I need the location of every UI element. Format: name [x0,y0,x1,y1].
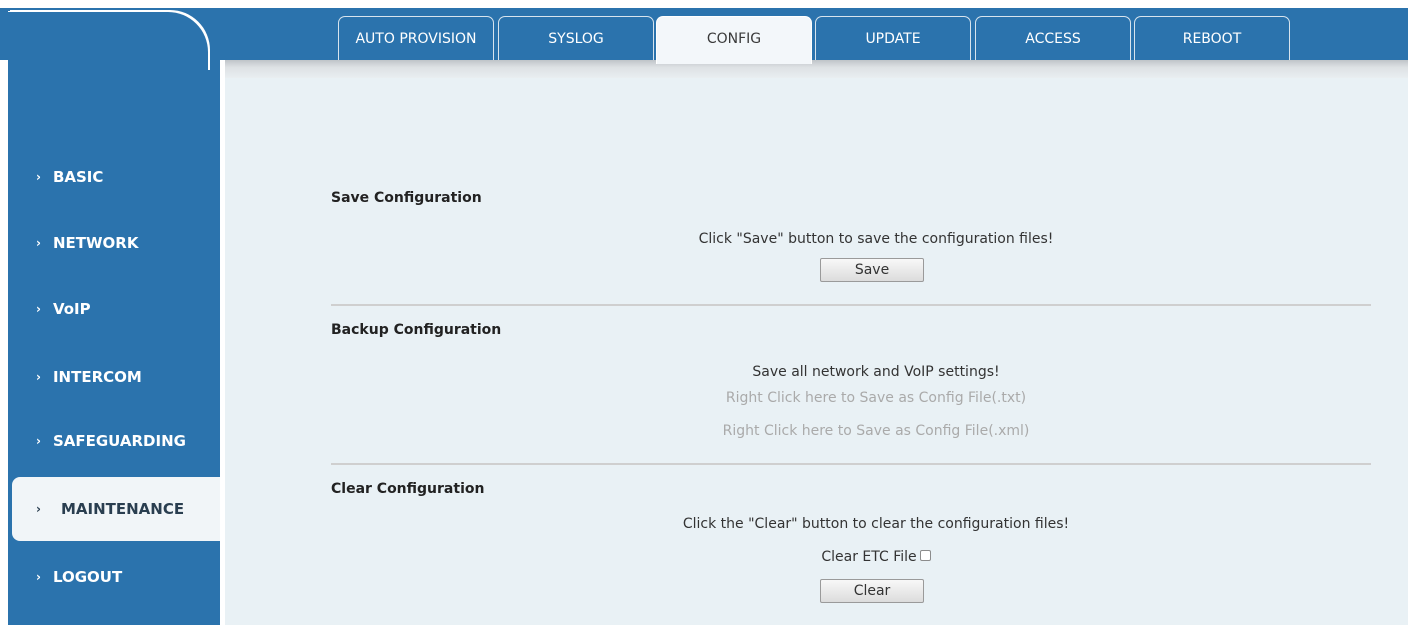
save-configuration-title: Save Configuration [331,190,482,206]
chevron-right-icon: › [36,570,41,584]
save-config-xml-link[interactable]: Right Click here to Save as Config File(… [596,423,1156,439]
clear-button[interactable]: Clear [820,579,924,603]
sidebar-item-safeguarding[interactable]: › SAFEGUARDING [8,409,220,473]
backup-description: Save all network and VoIP settings! [752,364,1000,380]
tab-label: CONFIG [706,31,762,47]
sidebar-item-label: VoIP [52,300,91,318]
tab-update[interactable]: UPDATE [815,16,971,60]
sidebar-item-voip[interactable]: › VoIP [8,277,220,341]
tab-reboot[interactable]: REBOOT [1134,16,1290,60]
tab-label: UPDATE [865,31,921,47]
tab-syslog[interactable]: SYSLOG [498,16,654,60]
tab-config[interactable]: CONFIG [656,16,812,64]
clear-description: Click the "Clear" button to clear the co… [682,516,1070,532]
sidebar-item-maintenance[interactable]: › MAINTENANCE [12,477,220,541]
section-divider [331,463,1371,465]
sidebar-item-intercom[interactable]: › INTERCOM [8,345,220,409]
save-button[interactable]: Save [820,258,924,282]
sidebar-item-label: NETWORK [52,234,139,252]
sidebar-item-label: BASIC [52,168,104,186]
section-divider [331,304,1371,306]
tab-access[interactable]: ACCESS [975,16,1131,60]
backup-configuration-title: Backup Configuration [331,322,502,338]
chevron-right-icon: › [36,236,41,250]
sidebar-item-logout[interactable]: › LOGOUT [8,545,220,609]
sidebar-item-basic[interactable]: › BASIC [8,145,220,209]
clear-etc-checkbox[interactable] [919,550,931,561]
sidebar-item-label: SAFEGUARDING [52,432,186,450]
chevron-right-icon: › [36,502,41,516]
save-config-txt-link[interactable]: Right Click here to Save as Config File(… [596,390,1156,406]
chevron-right-icon: › [36,434,41,448]
tab-label: SYSLOG [548,31,604,47]
clear-configuration-title: Clear Configuration [331,481,485,497]
main-content-panel [225,78,1408,625]
tab-auto-provision[interactable]: AUTO PROVISION [338,16,494,60]
tab-label: REBOOT [1182,31,1242,47]
tab-label: ACCESS [1025,31,1081,47]
sidebar-item-label: LOGOUT [52,568,123,586]
clear-etc-row: Clear ETC File [596,549,1156,565]
sidebar-item-network[interactable]: › NETWORK [8,211,220,275]
tab-label: AUTO PROVISION [355,31,477,47]
chevron-right-icon: › [36,370,41,384]
chevron-right-icon: › [36,302,41,316]
save-description: Click "Save" button to save the configur… [698,231,1054,247]
sidebar-item-label: INTERCOM [52,368,142,386]
sidebar-cap [8,12,208,72]
tab-bar-shadow [225,60,1408,78]
sidebar-item-label: MAINTENANCE [60,500,185,518]
chevron-right-icon: › [36,170,41,184]
clear-etc-label: Clear ETC File [821,549,917,565]
